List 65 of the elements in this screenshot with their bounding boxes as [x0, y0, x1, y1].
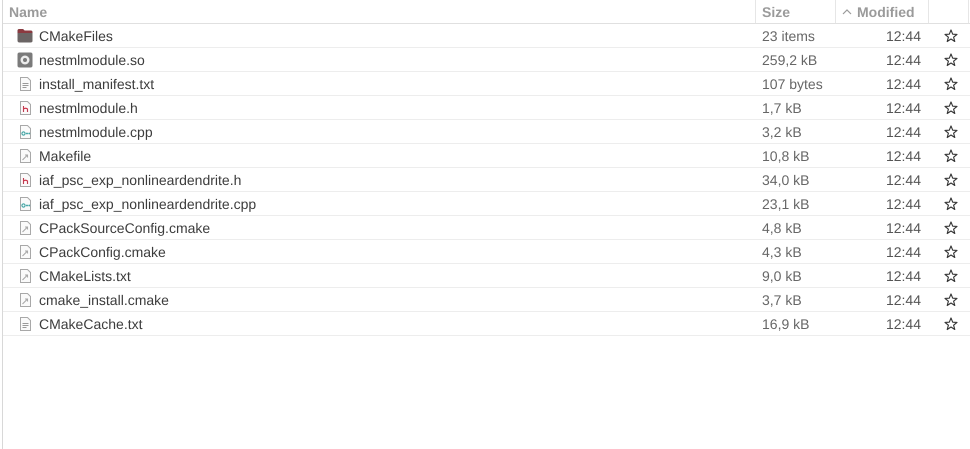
script-file-icon: [18, 220, 32, 234]
file-name[interactable]: CPackSourceConfig.cmake: [39, 220, 210, 236]
file-name[interactable]: nestmlmodule.h: [39, 100, 138, 116]
text-file-icon: [18, 316, 32, 330]
star-icon[interactable]: [944, 172, 958, 186]
sort-ascending-icon: [842, 8, 852, 16]
star-icon[interactable]: [944, 316, 958, 330]
star-icon[interactable]: [944, 76, 958, 90]
file-name[interactable]: iaf_psc_exp_nonlineardendrite.h: [39, 172, 242, 188]
file-name[interactable]: Makefile: [39, 148, 92, 164]
modified-time: 12:44: [886, 196, 921, 212]
modified-time: 12:44: [886, 220, 921, 236]
cpp-file-icon: [18, 196, 32, 210]
file-size: 1,7 kB: [762, 100, 802, 116]
cpp-file-icon: [18, 124, 32, 138]
modified-time: 12:44: [886, 172, 921, 188]
modified-time: 12:44: [886, 52, 921, 68]
modified-time: 12:44: [886, 148, 921, 164]
star-icon[interactable]: [944, 148, 958, 162]
modified-time: 12:44: [886, 28, 921, 44]
star-icon[interactable]: [944, 292, 958, 306]
file-size: 3,7 kB: [762, 292, 802, 308]
file-name[interactable]: CPackConfig.cmake: [39, 244, 166, 260]
text-file-icon: [18, 76, 32, 90]
modified-time: 12:44: [886, 100, 921, 116]
header-file-icon: [18, 172, 32, 186]
script-file-icon: [18, 148, 32, 162]
file-size: 34,0 kB: [762, 172, 810, 188]
star-icon[interactable]: [944, 244, 958, 258]
header-file-icon: [18, 100, 32, 114]
modified-time: 12:44: [886, 244, 921, 260]
star-icon[interactable]: [944, 100, 958, 114]
script-file-icon: [18, 268, 32, 282]
star-icon[interactable]: [944, 196, 958, 210]
file-size: 9,0 kB: [762, 268, 802, 284]
modified-time: 12:44: [886, 124, 921, 140]
modified-time: 12:44: [886, 268, 921, 284]
file-name[interactable]: install_manifest.txt: [39, 76, 154, 92]
file-name[interactable]: iaf_psc_exp_nonlineardendrite.cpp: [39, 196, 256, 212]
modified-time: 12:44: [886, 76, 921, 92]
script-file-icon: [18, 244, 32, 258]
star-icon[interactable]: [944, 52, 958, 66]
star-icon[interactable]: [944, 28, 958, 42]
file-size: 16,9 kB: [762, 316, 810, 332]
file-size: 3,2 kB: [762, 124, 802, 140]
folder-icon: [17, 28, 33, 43]
file-name[interactable]: nestmlmodule.so: [39, 52, 145, 68]
file-size: 107 bytes: [762, 76, 823, 92]
file-name[interactable]: CMakeFiles: [39, 28, 113, 44]
file-size: 4,3 kB: [762, 244, 802, 260]
file-name[interactable]: CMakeCache.txt: [39, 316, 142, 332]
file-size: 23,1 kB: [762, 196, 810, 212]
file-name[interactable]: nestmlmodule.cpp: [39, 124, 153, 140]
modified-time: 12:44: [886, 292, 921, 308]
star-icon[interactable]: [944, 220, 958, 234]
star-icon[interactable]: [944, 124, 958, 138]
file-name[interactable]: cmake_install.cmake: [39, 292, 169, 308]
file-size: 10,8 kB: [762, 148, 810, 164]
file-size: 4,8 kB: [762, 220, 802, 236]
file-name[interactable]: CMakeLists.txt: [39, 268, 131, 284]
modified-time: 12:44: [886, 316, 921, 332]
file-size: 259,2 kB: [762, 52, 818, 68]
file-size: 23 items: [762, 28, 815, 44]
script-file-icon: [18, 292, 32, 306]
star-icon[interactable]: [944, 268, 958, 282]
